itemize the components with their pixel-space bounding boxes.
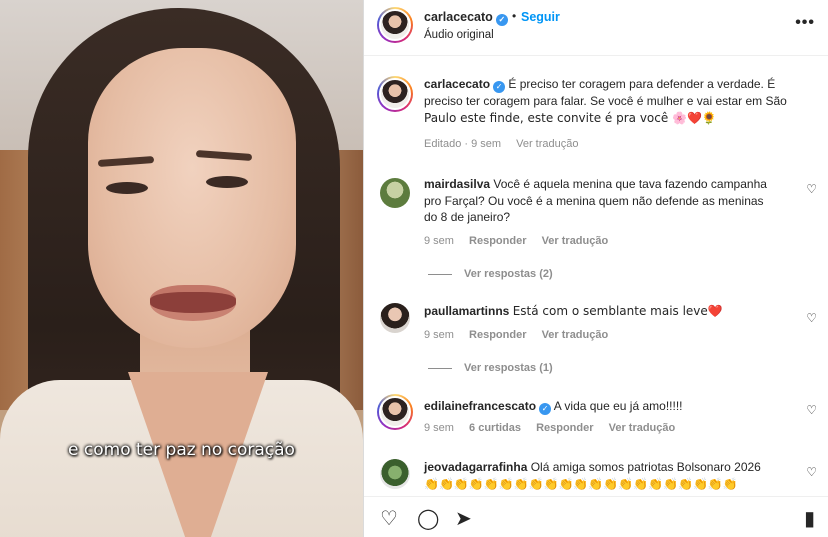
caption-username[interactable]: carlacecato: [424, 77, 490, 91]
audio-label[interactable]: Áudio original: [424, 29, 494, 41]
verified-icon: ✓: [493, 81, 506, 93]
follow-button[interactable]: Seguir: [521, 10, 560, 24]
like-comment-heart-icon[interactable]: ♡: [806, 465, 817, 479]
like-heart-icon[interactable]: ♡: [380, 506, 398, 530]
comment-bubble-icon[interactable]: ◯: [417, 506, 439, 530]
comment-text-3: do 8 de janeiro?: [424, 210, 511, 224]
comment-time: 9 sem: [424, 422, 454, 434]
instagram-post-view: e como ter paz no coração carlacecato ✓ •…: [0, 0, 828, 537]
reply-button[interactable]: Responder: [536, 422, 593, 434]
post-header: carlacecato ✓ • Seguir Áudio original •••: [364, 0, 828, 56]
person-mouth: [150, 285, 236, 321]
translate-link[interactable]: Ver tradução: [542, 329, 609, 341]
verified-icon: ✓: [539, 403, 552, 415]
verified-icon: ✓: [495, 14, 508, 26]
commenter-avatar[interactable]: [380, 303, 410, 333]
reply-button[interactable]: Responder: [469, 235, 526, 247]
separator-dot: •: [512, 9, 517, 23]
caption-text-1: É preciso ter coragem para defender a ve…: [508, 77, 776, 91]
comment-text-1: Você é aquela menina que tava fazendo ca…: [493, 177, 767, 191]
comment-username[interactable]: paullamartinns: [424, 304, 509, 318]
comment-text-2: pro Farçal? Ou você é a menina quem não …: [424, 193, 764, 208]
comment-text-1: Olá amiga somos patriotas Bolsonaro 2026: [530, 460, 761, 474]
commenter-avatar[interactable]: [380, 178, 410, 208]
view-replies-button[interactable]: Ver respostas (1): [428, 362, 553, 374]
comment-username[interactable]: mairdasilva: [424, 177, 490, 191]
translate-link[interactable]: Ver tradução: [609, 422, 676, 434]
commenter-avatar[interactable]: [377, 394, 413, 430]
author-username[interactable]: carlacecato ✓: [424, 10, 508, 26]
video-caption: e como ter paz no coração: [68, 440, 295, 460]
comment-username[interactable]: edilainefrancescato: [424, 399, 536, 413]
post-action-bar: ♡ ◯ ➤ ▮: [364, 496, 828, 537]
caption-text-3: Paulo este finde, este convite é pra voc…: [424, 110, 717, 125]
comment-text: A vida que eu já amo!!!!!: [553, 399, 683, 413]
person-eye-left: [106, 182, 148, 194]
person-eye-right: [206, 176, 248, 188]
comment-username[interactable]: jeovadagarrafinha: [424, 460, 527, 474]
comment-time: 9 sem: [424, 329, 454, 341]
caption-translate-link[interactable]: Ver tradução: [516, 138, 578, 150]
reel-video[interactable]: e como ter paz no coração: [0, 0, 363, 537]
translate-link[interactable]: Ver tradução: [542, 235, 609, 247]
like-comment-heart-icon[interactable]: ♡: [806, 311, 817, 325]
view-replies-button[interactable]: Ver respostas (2): [428, 268, 553, 280]
comment-text-2: 👏👏👏👏👏👏👏👏👏👏👏👏👏👏👏👏👏👏👏👏👏: [424, 476, 738, 491]
caption-text-2: preciso ter coragem para falar. Se você …: [424, 94, 787, 108]
author-avatar[interactable]: [377, 7, 413, 43]
share-paper-plane-icon[interactable]: ➤: [455, 506, 472, 530]
reply-button[interactable]: Responder: [469, 329, 526, 341]
caption-author-avatar[interactable]: [377, 76, 413, 112]
comment-time: 9 sem: [424, 235, 454, 247]
post-side-panel: carlacecato ✓ • Seguir Áudio original •••…: [363, 0, 828, 537]
caption-edited-time: Editado · 9 sem: [424, 138, 502, 150]
more-options-icon[interactable]: •••: [795, 14, 815, 32]
comment-likes-count[interactable]: 6 curtidas: [469, 422, 521, 434]
save-bookmark-icon[interactable]: ▮: [804, 506, 815, 530]
commenter-avatar[interactable]: [380, 459, 410, 489]
comment-text: Está com o semblante mais leve❤️: [512, 304, 723, 318]
like-comment-heart-icon[interactable]: ♡: [806, 403, 817, 417]
like-comment-heart-icon[interactable]: ♡: [806, 182, 817, 196]
